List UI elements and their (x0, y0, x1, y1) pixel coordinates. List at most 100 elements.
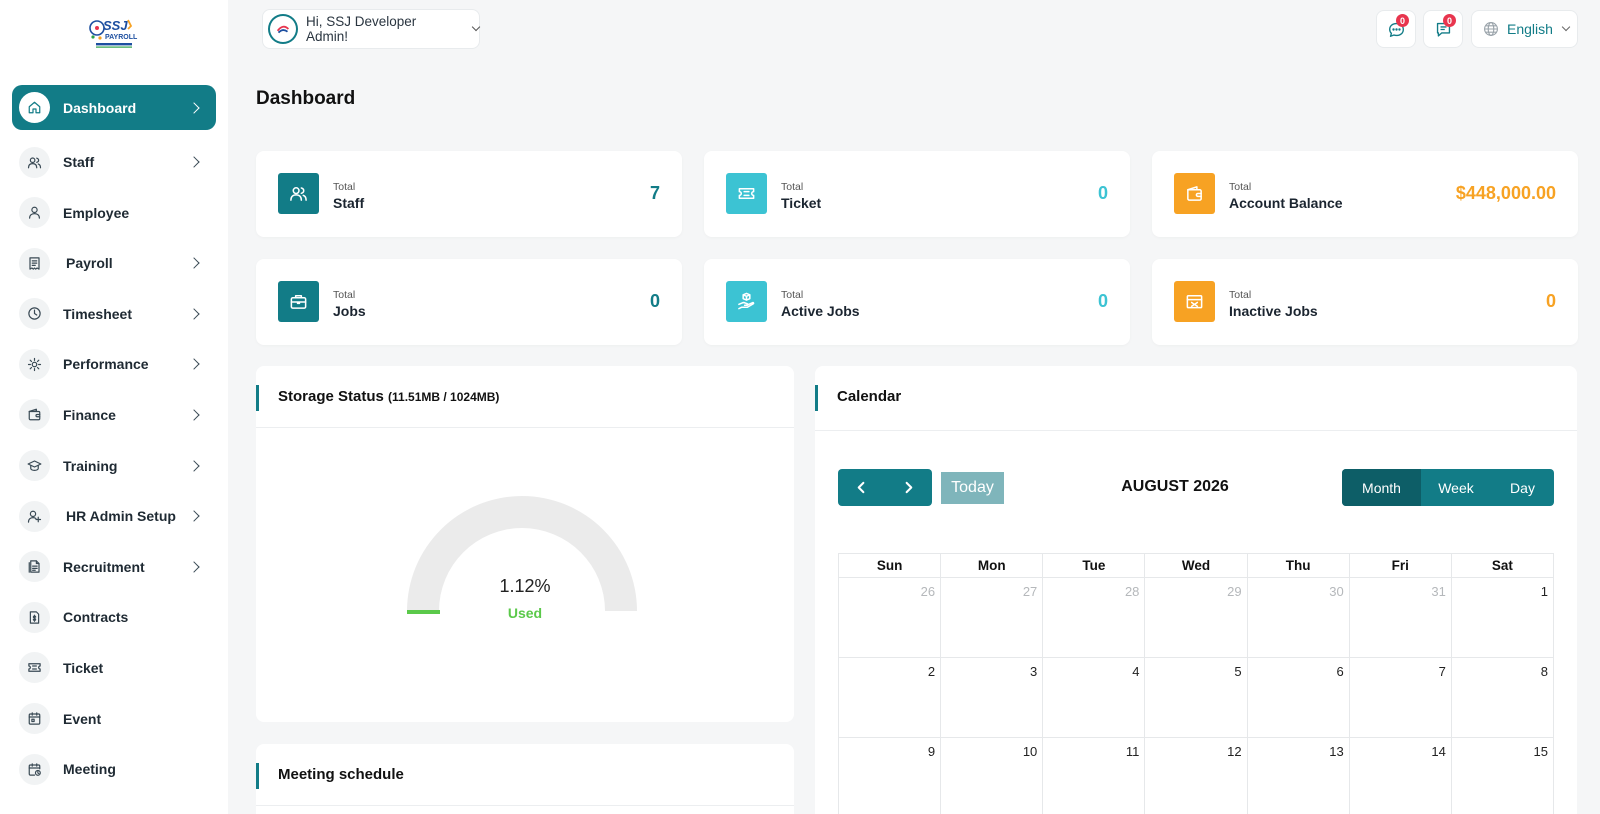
stat-card-staff[interactable]: Total Staff 7 (256, 151, 682, 237)
calendar-day-cell[interactable]: 30 (1246, 577, 1350, 658)
sidebar-item-label: Finance (63, 406, 116, 423)
calendar-view-month[interactable]: Month (1342, 469, 1421, 506)
calendar-today-button[interactable]: Today (941, 472, 1004, 504)
stat-caption: Total (333, 289, 356, 301)
stat-caption: Total (1229, 181, 1252, 193)
calendar-view-day[interactable]: Day (1491, 469, 1554, 506)
calendar-day-cell[interactable]: 8 (1450, 657, 1555, 738)
weekday-header: Sat (1450, 553, 1555, 578)
ssj-payroll-logo[interactable]: SSJ PAYROLL (88, 16, 140, 50)
stat-card-active-jobs[interactable]: Total Active Jobs 0 (704, 259, 1130, 345)
sidebar-item-staff[interactable]: Staff (12, 140, 216, 184)
chevron-right-icon (905, 481, 913, 494)
sidebar-item-finance[interactable]: Finance (12, 393, 216, 437)
calendar-day-cell[interactable]: 15 (1450, 737, 1555, 814)
calendar-day-cell[interactable]: 7 (1348, 657, 1452, 738)
calendar-day-cell[interactable]: 5 (1144, 657, 1248, 738)
receipt-icon (29, 256, 40, 270)
sidebar-item-recruitment[interactable]: Recruitment (12, 545, 216, 589)
stat-caption: Total (781, 181, 804, 193)
calendar-day-cell[interactable]: 11 (1042, 737, 1146, 814)
ticket-icon (28, 663, 41, 673)
sidebar-item-performance[interactable]: Performance (12, 342, 216, 386)
sidebar-item-timesheet[interactable]: Timesheet (12, 292, 216, 336)
calendar-panel: Calendar Today AUGUST 2026 Month Week Day … (815, 366, 1577, 814)
sidebar-item-ticket[interactable]: Ticket (12, 646, 216, 690)
sidebar: SSJ PAYROLL Dashboard Staff Employee Payrol… (0, 0, 228, 814)
messages-badge: 0 (1443, 14, 1456, 27)
sidebar-item-label: Recruitment (63, 558, 145, 575)
calendar-prev-button[interactable] (838, 469, 885, 506)
calendar-day-cell[interactable]: 29 (1144, 577, 1248, 658)
sidebar-item-employee[interactable]: Employee (12, 191, 216, 235)
home-icon (28, 101, 41, 114)
stat-label: Account Balance (1229, 195, 1343, 211)
page-title: Dashboard (256, 88, 356, 109)
storage-used-label: Used (507, 605, 543, 621)
sidebar-item-event[interactable]: Event (12, 697, 216, 741)
chevron-left-icon (857, 481, 865, 494)
meeting-panel-header: Meeting schedule (256, 744, 794, 806)
sidebar-item-dashboard[interactable]: Dashboard (12, 85, 216, 130)
user-menu[interactable]: Hi, SSJ Developer Admin! (262, 9, 481, 49)
sidebar-item-meeting[interactable]: Meeting (12, 747, 216, 791)
calendar-grid: Sun Mon Tue Wed Thu Fri Sat 26 27 28 29 30 31 1 2 3 4 5 6… (837, 553, 1555, 814)
stat-card-account-balance[interactable]: Total Account Balance $448,000.00 (1152, 151, 1578, 237)
calendar-day-cell[interactable]: 1 (1450, 577, 1555, 658)
stat-card-inactive-jobs[interactable]: Total Inactive Jobs 0 (1152, 259, 1578, 345)
calendar-day-cell[interactable]: 14 (1348, 737, 1452, 814)
stat-label: Ticket (781, 195, 822, 211)
file-dollar-icon (29, 611, 40, 624)
clock-icon (28, 307, 41, 321)
calendar-title: Calendar (837, 388, 902, 405)
storage-panel-header: Storage Status (11.51MB / 1024MB) (256, 366, 794, 428)
chevron-right-icon (188, 510, 200, 522)
chat-button[interactable]: 0 (1376, 10, 1416, 48)
sidebar-item-label: HR Admin Setup (66, 508, 176, 525)
sidebar-item-training[interactable]: Training (12, 444, 216, 488)
calendar-week-row: 9 10 11 12 13 14 15 (837, 737, 1555, 814)
sidebar-item-payroll[interactable]: Payroll (12, 241, 216, 285)
stat-label: Active Jobs (781, 303, 860, 319)
language-select[interactable]: English (1471, 10, 1578, 48)
calendar-day-cell[interactable]: 3 (940, 657, 1044, 738)
sidebar-item-hr-admin-setup[interactable]: HR Admin Setup (12, 494, 216, 538)
sidebar-item-label: Meeting (63, 761, 116, 778)
hand-box-icon (738, 292, 755, 310)
sidebar-item-label: Employee (63, 204, 130, 221)
calendar-week-row: 2345678 (837, 657, 1555, 738)
calendar-day-cell[interactable]: 26 (837, 577, 942, 658)
calendar-next-button[interactable] (885, 469, 932, 506)
stat-value: 0 (649, 291, 660, 311)
calendar-day-cell[interactable]: 28 (1042, 577, 1146, 658)
calendar-day-cell[interactable]: 9 (837, 737, 942, 814)
calendar-day-cell[interactable]: 2 (837, 657, 942, 738)
graduation-cap-icon-wrap (19, 450, 50, 482)
calendar-day-cell[interactable]: 12 (1144, 737, 1248, 814)
calendar-day-cell[interactable]: 13 (1246, 737, 1350, 814)
stat-value: 0 (1097, 183, 1108, 203)
wallet-icon (28, 409, 41, 421)
calendar-view-week[interactable]: Week (1421, 469, 1491, 506)
calendar-day-cell[interactable]: 4 (1042, 657, 1146, 738)
users-icon (27, 156, 42, 168)
calendar-clock-icon (28, 762, 41, 776)
calendar-day-cell[interactable]: 31 (1348, 577, 1452, 658)
calendar-clock-icon-wrap (19, 753, 50, 785)
messages-button[interactable]: 0 (1423, 10, 1463, 48)
calendar-day-cell[interactable]: 6 (1246, 657, 1350, 738)
user-plus-icon-wrap (19, 500, 50, 532)
receipt-icon-wrap (19, 247, 50, 279)
language-label: English (1507, 21, 1553, 37)
chevron-right-icon (188, 101, 200, 114)
sidebar-item-contracts[interactable]: Contracts (12, 595, 216, 639)
stat-card-jobs[interactable]: Total Jobs 0 (256, 259, 682, 345)
sidebar-item-label: Staff (63, 154, 95, 170)
calendar-day-cell[interactable]: 10 (940, 737, 1044, 814)
sidebar-item-label: Dashboard (63, 99, 137, 116)
stat-label: Jobs (333, 303, 366, 319)
chevron-down-icon (471, 22, 481, 32)
stat-icon-box (1174, 173, 1215, 214)
calendar-day-cell[interactable]: 27 (940, 577, 1044, 658)
stat-card-ticket[interactable]: Total Ticket 0 (704, 151, 1130, 237)
